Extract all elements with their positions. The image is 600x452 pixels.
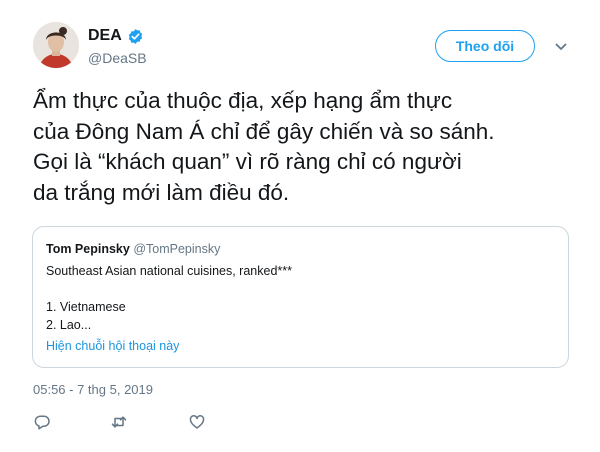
retweet-icon[interactable] — [111, 414, 127, 430]
quoted-body-line — [46, 280, 292, 298]
chevron-down-icon[interactable] — [554, 40, 568, 54]
tweet-text-line: Ẩm thực của thuộc địa, xếp hạng ẩm thực — [33, 88, 453, 113]
avatar[interactable] — [33, 22, 79, 68]
like-icon[interactable] — [189, 414, 205, 430]
author-name-text[interactable]: DEA — [88, 27, 122, 45]
quoted-tweet-card[interactable]: Tom Pepinsky @TomPepinsky Southeast Asia… — [32, 226, 569, 368]
quoted-body-line: 1. Vietnamese — [46, 300, 126, 314]
tweet-text-line: da trắng mới làm điều đó. — [33, 179, 290, 205]
quoted-tweet-author: Tom Pepinsky @TomPepinsky — [46, 242, 220, 256]
tweet-timestamp[interactable]: 05:56 - 7 thg 5, 2019 — [33, 382, 153, 397]
author-handle[interactable]: @DeaSB — [88, 50, 147, 66]
quoted-body-line: 2. Lao... — [46, 318, 92, 332]
quoted-author-name: Tom Pepinsky — [46, 242, 130, 256]
tweet-text: Ẩm thực của thuộc địa, xếp hạng ẩm thực … — [33, 86, 573, 208]
verified-badge-icon — [127, 28, 144, 45]
author-display-name[interactable]: DEA — [88, 27, 144, 45]
tweet-text-line: của Đông Nam Á chỉ để gây chiến và so sá… — [33, 118, 495, 144]
reply-icon[interactable] — [34, 414, 50, 430]
tweet-text-line: Gọi là “khách quan” vì rõ ràng chỉ có ng… — [33, 149, 462, 174]
follow-button[interactable]: Theo dõi — [435, 30, 535, 62]
quoted-author-handle: @TomPepinsky — [133, 242, 221, 256]
quoted-tweet-body: Southeast Asian national cuisines, ranke… — [46, 262, 292, 334]
show-thread-link[interactable]: Hiện chuỗi hội thoại này — [46, 339, 179, 353]
quoted-body-line: Southeast Asian national cuisines, ranke… — [46, 264, 292, 278]
